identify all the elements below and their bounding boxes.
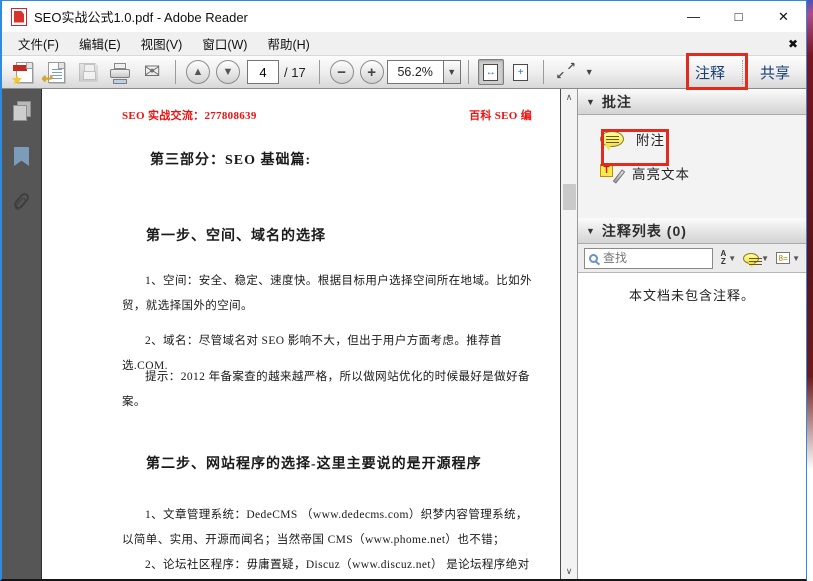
sort-comments-button[interactable]: AZ ▼	[720, 250, 736, 266]
fit-width-icon: ↔	[483, 64, 498, 81]
fit-page-icon: +	[513, 64, 528, 81]
adobe-reader-window: SEO实战公式1.0.pdf - Adobe Reader — □ ✕ 文件(F…	[0, 0, 807, 581]
document-header-row: SEO 实战交流：277808639 百科 SEO 编	[122, 107, 532, 123]
list-options-icon: 8=	[776, 252, 790, 264]
chevron-down-icon: ▼	[447, 67, 456, 77]
window-title: SEO实战公式1.0.pdf - Adobe Reader	[34, 7, 248, 26]
create-pdf-icon	[16, 62, 33, 83]
doc-header-right: 百科 SEO 编	[469, 107, 532, 123]
email-icon: ✉	[144, 62, 161, 82]
menu-file[interactable]: 文件(F)	[8, 31, 69, 56]
navigation-rail	[2, 89, 42, 579]
fit-page-button[interactable]: +	[508, 59, 534, 85]
print-button[interactable]	[106, 59, 134, 85]
highlight-text-tool[interactable]: T 高亮文本	[600, 163, 806, 183]
doc-heading-part3: 第三部分：SEO 基础篇:	[150, 149, 532, 169]
arrow-up-icon: ▲	[193, 67, 204, 78]
arrow-down-icon: ▼	[223, 67, 234, 78]
search-input[interactable]	[603, 251, 708, 265]
red-highlight-box-sticky-note	[601, 129, 669, 166]
zoom-dropdown-button[interactable]: ▼	[443, 60, 461, 84]
export-pdf-icon: ↩	[48, 62, 65, 83]
collapse-triangle-icon: ▼	[586, 97, 595, 107]
no-comments-message: 本文档未包含注释。	[578, 273, 806, 579]
page-total-label: / 17	[284, 65, 306, 80]
toolbar-separator	[319, 60, 320, 84]
scroll-down-icon[interactable]: ∨	[561, 563, 577, 579]
email-button[interactable]: ✉	[138, 59, 166, 85]
zoom-out-button[interactable]: −	[330, 60, 354, 84]
minus-icon: −	[337, 65, 346, 80]
previous-page-button[interactable]: ▲	[186, 60, 210, 84]
scrollbar-thumb[interactable]	[563, 184, 576, 210]
page-number-input[interactable]	[247, 60, 279, 84]
doc-paragraph: 1、文章管理系统：DedeCMS （www.dedecms.com）织梦内容管理…	[122, 503, 532, 553]
tools-dropdown-button[interactable]: ▼	[585, 67, 594, 77]
desktop-background-edge	[807, 0, 813, 470]
chevron-down-icon: ▼	[792, 254, 800, 263]
document-scrollbar[interactable]: ∧ ∨	[560, 89, 577, 579]
paperclip-icon	[12, 191, 30, 211]
bookmarks-button[interactable]	[14, 147, 29, 166]
comments-list-section-header[interactable]: ▼ 注释列表 (0)	[578, 218, 806, 244]
document-page[interactable]: SEO 实战交流：277808639 百科 SEO 编 第三部分：SEO 基础篇…	[42, 89, 560, 579]
page-thumbnails-icon	[13, 101, 31, 121]
scroll-up-icon[interactable]: ∧	[561, 89, 577, 105]
toolbar-separator	[468, 60, 469, 84]
toolbar-separator	[543, 60, 544, 84]
export-pdf-button[interactable]: ↩	[42, 59, 70, 85]
doc-paragraph: 1、空间：安全、稳定、速度快。根据目标用户选择空间所在地域。比如外贸，就选择国外…	[122, 269, 532, 319]
expand-arrows-icon: ↗↙	[556, 62, 576, 82]
create-pdf-button[interactable]	[10, 59, 38, 85]
doc-heading-step2: 第二步、网站程序的选择-这里主要说的是开源程序	[146, 453, 532, 473]
highlight-text-icon: T	[600, 163, 620, 183]
annotations-header-label: 批注	[602, 92, 632, 112]
close-toolbar-icon[interactable]: ✖	[788, 37, 798, 51]
maximize-button[interactable]: □	[716, 1, 761, 32]
collapse-triangle-icon: ▼	[586, 226, 595, 236]
window-controls: — □ ✕	[671, 1, 806, 32]
pdf-app-icon	[11, 8, 27, 26]
save-icon	[79, 63, 98, 82]
next-page-button[interactable]: ▼	[216, 60, 240, 84]
options-comments-button[interactable]: 8= ▼	[776, 252, 800, 264]
sort-az-icon: AZ	[720, 250, 726, 266]
title-bar: SEO实战公式1.0.pdf - Adobe Reader — □ ✕	[2, 1, 806, 32]
highlight-text-label: 高亮文本	[632, 163, 690, 183]
doc-heading-step1: 第一步、空间、域名的选择	[146, 225, 532, 245]
red-highlight-box-comment-button	[686, 53, 748, 90]
comment-bubble-icon	[743, 253, 759, 264]
menu-help[interactable]: 帮助(H)	[257, 31, 319, 56]
zoom-level-value[interactable]: 56.2%	[387, 60, 443, 84]
bookmark-icon	[14, 147, 29, 166]
plus-icon: +	[367, 65, 376, 80]
doc-paragraph: 2、论坛社区程序：毋庸置疑，Discuz（www.discuz.net） 是论坛…	[122, 553, 532, 579]
menu-edit[interactable]: 编辑(E)	[69, 31, 131, 56]
doc-header-left: SEO 实战交流：277808639	[122, 107, 257, 123]
doc-paragraph: 提示：2012 年备案查的越来越严格，所以做网站优化的时候最好是做好备案。	[122, 365, 532, 415]
comments-list-header-label: 注释列表 (0)	[602, 221, 687, 241]
chevron-down-icon: ▼	[728, 254, 736, 263]
toolbar-separator	[175, 60, 176, 84]
menu-window[interactable]: 窗口(W)	[192, 31, 257, 56]
close-button[interactable]: ✕	[761, 1, 806, 32]
filter-comments-button[interactable]: ▼	[743, 253, 769, 264]
zoom-in-button[interactable]: +	[360, 60, 384, 84]
share-panel-button[interactable]: 共享	[750, 58, 800, 87]
attachments-button[interactable]	[17, 192, 26, 210]
search-icon	[589, 254, 598, 263]
print-icon	[110, 66, 130, 82]
comments-search-row: AZ ▼ ▼ 8= ▼	[578, 244, 806, 273]
comments-search-box[interactable]	[584, 248, 713, 269]
menu-view[interactable]: 视图(V)	[131, 31, 193, 56]
save-button[interactable]	[74, 59, 102, 85]
fit-width-button[interactable]: ↔	[478, 59, 504, 85]
chevron-down-icon: ▼	[761, 254, 769, 263]
page-thumbnails-button[interactable]	[13, 101, 31, 121]
minimize-button[interactable]: —	[671, 1, 716, 32]
annotations-section-header[interactable]: ▼ 批注	[578, 89, 806, 115]
fullscreen-button[interactable]: ↗↙	[553, 59, 579, 85]
content-area: SEO 实战交流：277808639 百科 SEO 编 第三部分：SEO 基础篇…	[2, 89, 806, 579]
